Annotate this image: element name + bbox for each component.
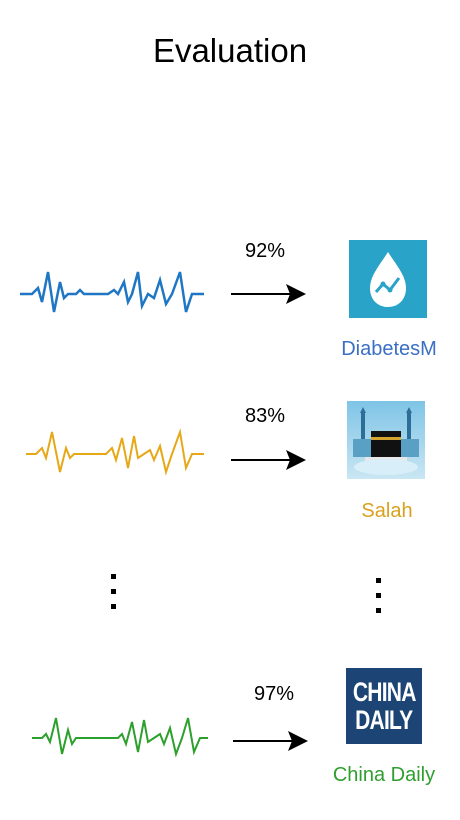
signal-waveform-diabetesm — [20, 271, 204, 313]
app-label-diabetesm: DiabetesM — [341, 338, 437, 360]
accuracy-percent-salah: 83% — [244, 405, 286, 427]
china-daily-logo-line1: CHINA — [352, 676, 417, 707]
diabetes-drop-icon — [349, 240, 427, 318]
china-daily-logo-line2: DAILY — [355, 704, 413, 735]
accuracy-percent-china-daily: 97% — [253, 683, 295, 705]
kaaba-icon — [347, 401, 425, 479]
china-daily-logo: CHINA DAILY — [346, 668, 422, 744]
signal-waveform-salah — [26, 428, 204, 476]
page-title: Evaluation — [152, 32, 308, 69]
accuracy-percent-diabetesm: 92% — [244, 240, 286, 262]
arrow-right-icon — [233, 731, 308, 751]
app-label-salah: Salah — [361, 500, 413, 522]
ellipsis-vertical-icon — [111, 574, 116, 609]
arrow-right-icon — [231, 284, 306, 304]
ellipsis-vertical-icon — [376, 578, 381, 613]
signal-waveform-china-daily — [32, 717, 208, 758]
app-label-china-daily: China Daily — [332, 764, 436, 786]
arrow-right-icon — [231, 450, 306, 470]
